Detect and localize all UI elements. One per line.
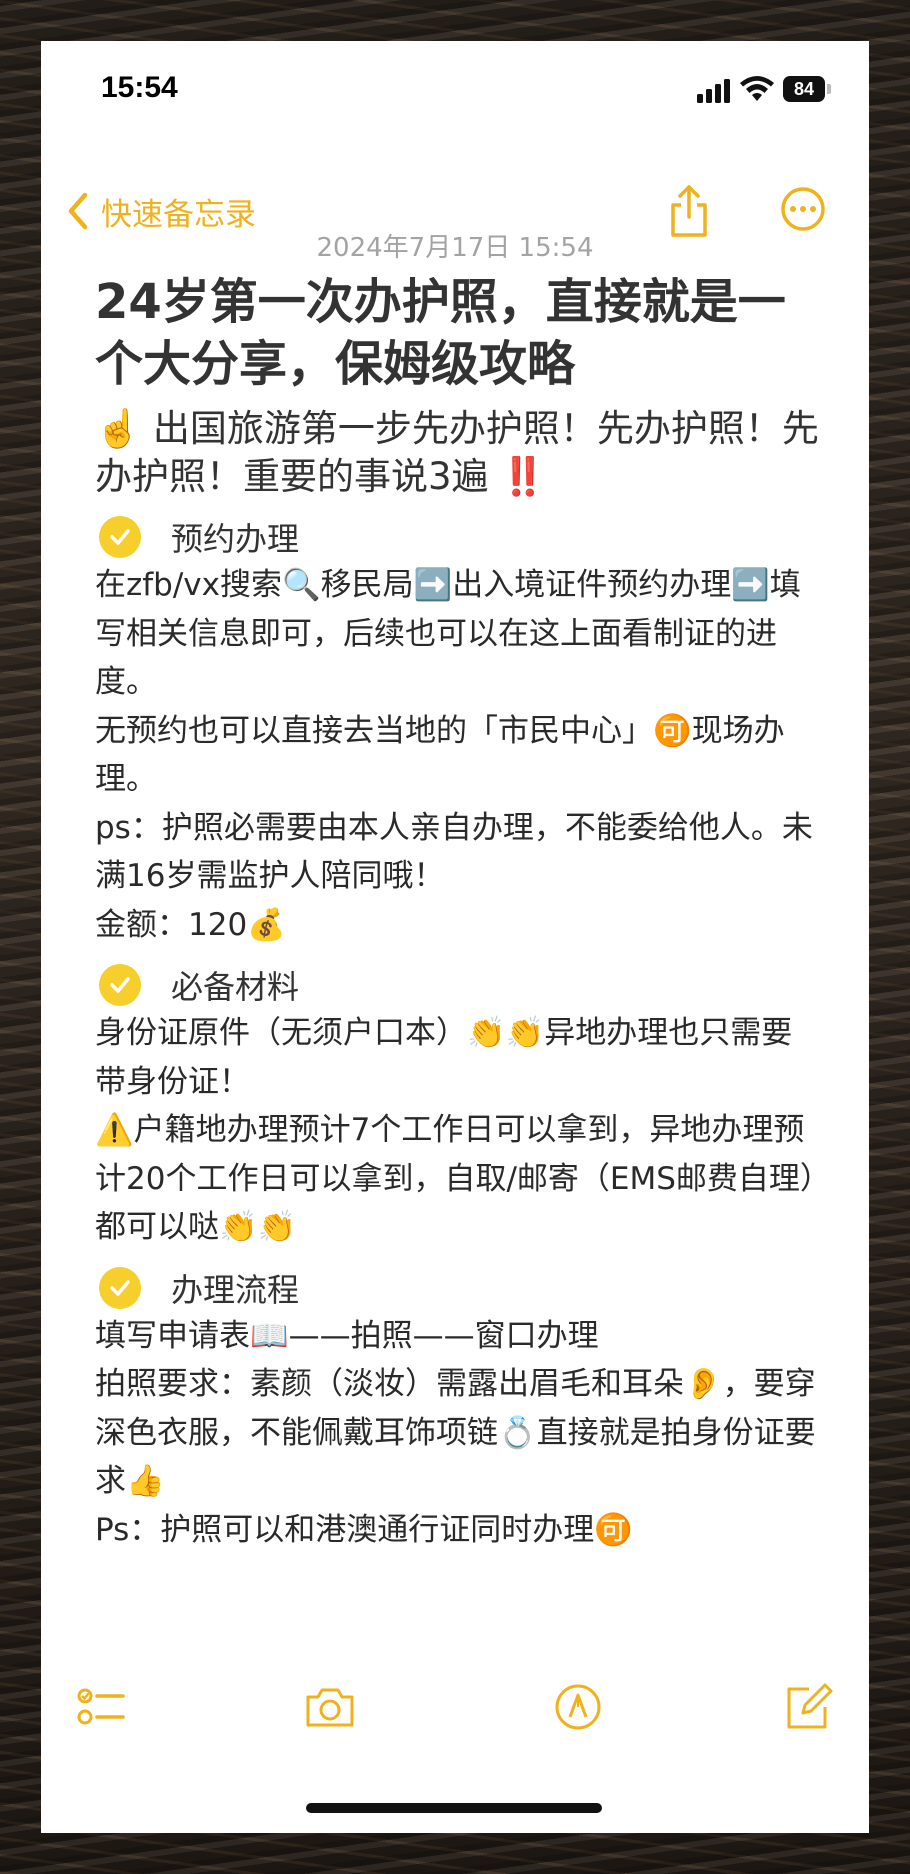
section-heading: 必备材料 (95, 961, 819, 1009)
section-title: 办理流程 (171, 1270, 300, 1309)
note-intro: ☝️ 出国旅游第一步先办护照！先办护照！先办护照！重要的事说3遍 ‼️ (95, 407, 819, 498)
wifi-icon (740, 76, 774, 101)
paragraph: 拍照要求：素颜（淡妆）需露出眉毛和耳朵👂，要穿深色衣服，不能佩戴耳饰项链💍直接就… (95, 1366, 816, 1499)
section-title: 必备材料 (171, 968, 300, 1006)
section-title: 预约办理 (171, 520, 300, 558)
checkmark-icon (99, 964, 141, 1006)
paragraph: ⚠️户籍地办理预计7个工作日可以拿到，异地办理预计20个工作日可以拿到，自取/邮… (95, 1112, 816, 1245)
battery-tip (827, 84, 831, 94)
markup-pen-icon[interactable] (552, 1681, 604, 1733)
paragraph: Ps：护照可以和港澳通行证同时办理🉑 (95, 1511, 633, 1548)
chevron-left-icon (68, 192, 88, 230)
home-indicator[interactable] (306, 1803, 602, 1813)
status-bar: 15:54 84 (41, 41, 869, 141)
paragraph: 填写申请表📖——拍照——窗口办理 (95, 1317, 599, 1354)
section-heading: 预约办理 (95, 513, 819, 561)
cellular-signal-icon (697, 79, 730, 103)
paragraph: 金额：120💰 (95, 906, 286, 943)
checkmark-icon (99, 1266, 141, 1309)
checklist-icon[interactable] (77, 1681, 129, 1733)
note-date: 2024年7月17日 15:54 (316, 233, 594, 263)
compose-icon[interactable] (781, 1681, 833, 1733)
notes-screen: 15:54 84 快速备忘录 2024年7月17日 15:54 24岁第一次办护… (41, 41, 869, 1833)
note-title: 24岁第一次办护照，直接就是一个大分享，保姆级攻略 (95, 274, 786, 392)
paragraph: 在zfb/vx搜索🔍移民局➡️出入境证件预约办理➡️填写相关信息即可，后续也可以… (95, 567, 801, 700)
section-heading: 办理流程 (95, 1264, 819, 1312)
bottom-toolbar (41, 1681, 869, 1751)
camera-icon[interactable] (304, 1681, 356, 1733)
status-time: 15:54 (101, 71, 178, 104)
paragraph: 身份证原件（无须户口本）👏👏异地办理也只需要带身份证！ (95, 1015, 793, 1100)
battery-indicator: 84 (783, 76, 825, 102)
paragraph: ps：护照必需要由本人亲自办理，不能委给他人。未满16岁需监护人陪同哦！ (95, 809, 813, 895)
paragraph: 无预约也可以直接去当地的「市民中心」🉑现场办理。 (95, 712, 785, 798)
note-body[interactable]: 24岁第一次办护照，直接就是一个大分享，保姆级攻略 ☝️ 出国旅游第一步先办护照… (95, 271, 819, 1554)
checkmark-icon (99, 516, 141, 558)
